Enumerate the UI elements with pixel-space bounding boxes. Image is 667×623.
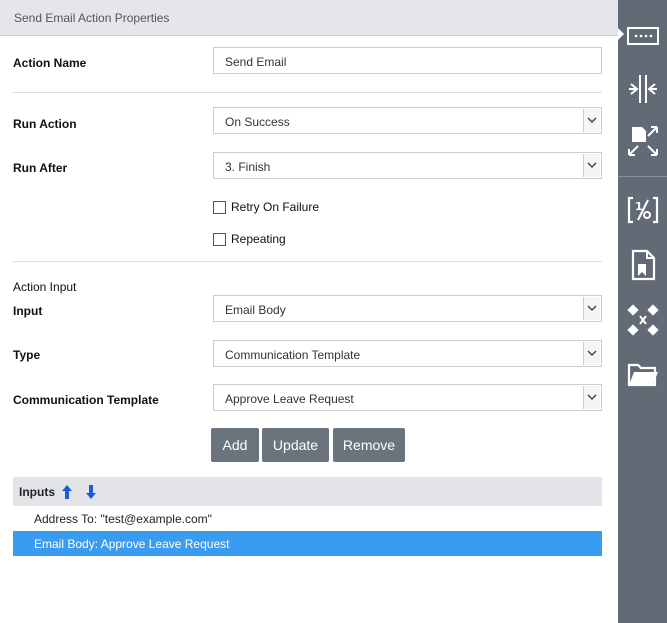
add-button[interactable]: Add <box>211 428 259 462</box>
type-label: Type <box>13 348 41 362</box>
inputs-list-header: Inputs <box>13 477 602 506</box>
network-nodes-icon[interactable] <box>626 303 660 337</box>
chevron-down-icon[interactable] <box>583 297 600 320</box>
communication-template-label: Communication Template <box>13 393 159 407</box>
list-item-text: Email Body: Approve Leave Request <box>34 537 230 551</box>
properties-panel: Send Email Action Properties Action Name… <box>0 0 618 623</box>
rail-divider <box>618 176 667 177</box>
chevron-down-icon[interactable] <box>583 154 600 177</box>
divider <box>13 261 602 262</box>
run-after-value: 3. Finish <box>225 160 271 174</box>
input-value: Email Body <box>225 303 286 317</box>
checkbox-box[interactable] <box>213 232 226 246</box>
run-action-label: Run Action <box>13 117 77 131</box>
tool-rail: 1 <box>618 0 667 623</box>
type-value: Communication Template <box>225 348 361 362</box>
list-item-text: Address To: "test@example.com" <box>34 512 212 526</box>
folder-icon[interactable] <box>626 357 660 391</box>
communication-template-select[interactable]: Approve Leave Request <box>213 384 602 411</box>
document-bookmark-icon[interactable] <box>626 248 660 282</box>
divider <box>13 92 602 93</box>
run-after-select[interactable]: 3. Finish <box>213 152 602 179</box>
retry-on-failure-checkbox[interactable]: Retry On Failure <box>213 200 319 214</box>
panel-title: Send Email Action Properties <box>14 11 170 25</box>
chevron-down-icon[interactable] <box>583 386 600 409</box>
list-item-selected[interactable]: Email Body: Approve Leave Request <box>13 531 602 556</box>
merge-arrows-icon[interactable] <box>626 72 660 106</box>
textbox-icon[interactable] <box>626 19 660 53</box>
inputs-list: Inputs Address To: "test@example.com" Em… <box>13 477 602 556</box>
chevron-down-icon[interactable] <box>583 109 600 132</box>
action-name-input[interactable]: Send Email <box>213 47 602 74</box>
arrow-down-icon[interactable] <box>85 484 97 503</box>
run-after-label: Run After <box>13 161 68 175</box>
panel-header: Send Email Action Properties <box>0 0 618 36</box>
action-name-value: Send Email <box>225 55 287 69</box>
action-name-label: Action Name <box>13 56 87 70</box>
formula-icon[interactable]: 1 <box>626 193 660 227</box>
expand-icon[interactable] <box>626 124 660 158</box>
active-indicator <box>618 28 624 40</box>
type-select[interactable]: Communication Template <box>213 340 602 367</box>
input-select[interactable]: Email Body <box>213 295 602 322</box>
update-button[interactable]: Update <box>262 428 329 462</box>
inputs-list-title: Inputs <box>19 485 55 499</box>
chevron-down-icon[interactable] <box>583 342 600 365</box>
remove-button[interactable]: Remove <box>333 428 405 462</box>
input-label: Input <box>13 304 43 318</box>
arrow-up-icon[interactable] <box>61 484 73 503</box>
list-item[interactable]: Address To: "test@example.com" <box>13 506 602 531</box>
checkbox-box[interactable] <box>213 200 226 214</box>
retry-on-failure-label: Retry On Failure <box>231 200 320 214</box>
communication-template-value: Approve Leave Request <box>225 392 354 406</box>
repeating-checkbox[interactable]: Repeating <box>213 232 286 246</box>
run-action-select[interactable]: On Success <box>213 107 602 134</box>
action-input-section-label: Action Input <box>13 280 77 294</box>
repeating-label: Repeating <box>231 232 286 246</box>
run-action-value: On Success <box>225 115 290 129</box>
